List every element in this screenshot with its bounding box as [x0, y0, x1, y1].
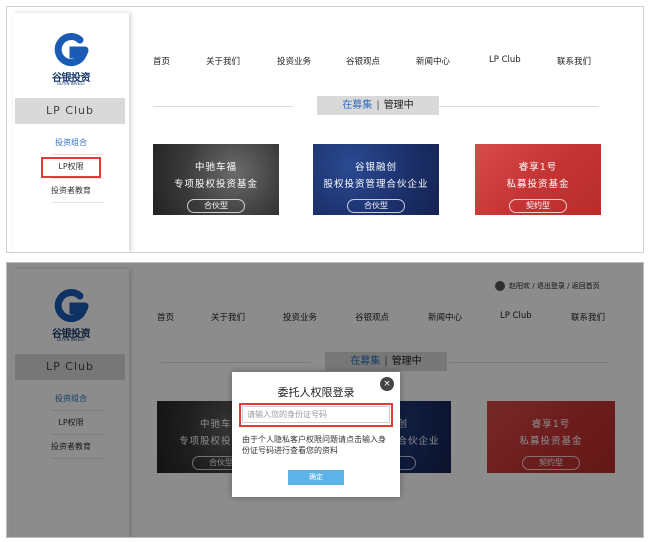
fund-filter: 在募集 | 管理中: [317, 96, 439, 115]
sidebar: 谷银投资 GUYIN INVEST LP Club 投资组合 LP权限 投资者教…: [13, 13, 129, 252]
screenshot-panel-1: 谷银投资 GUYIN INVEST LP Club 投资组合 LP权限 投资者教…: [6, 6, 644, 253]
fund-card-name: 谷银融创: [354, 162, 397, 173]
divider: [51, 202, 105, 203]
logo-mark-icon: [54, 33, 89, 67]
fund-card-tag: 合伙型: [347, 199, 405, 213]
lp-login-modal: 委托人权限登录 × 由于个人隐私客户权限问题请点击输入身份证号码进行查看您的资料…: [232, 372, 400, 497]
filter-recruiting[interactable]: 在募集: [342, 100, 372, 111]
top-nav: 首页 关于我们 投资业务 谷银观点 新闻中心 LP Club 联系我们: [145, 55, 615, 71]
fund-card-name: 睿享1号: [518, 162, 558, 173]
fund-card-tag: 合伙型: [187, 199, 245, 213]
fund-card-type-title: 私募投资基金: [506, 179, 570, 190]
filter-separator: |: [376, 100, 380, 111]
fund-card-name: 中驰车福: [194, 162, 237, 173]
highlight-box-lp-permission: [41, 157, 101, 178]
filter-divider-left: [153, 106, 293, 107]
logo-subtext: GUYIN INVEST: [56, 81, 86, 86]
sidebar-item-label: 投资组合: [55, 138, 87, 147]
fund-card-zhongchi[interactable]: 中驰车福 专项股权投资基金 合伙型: [153, 144, 279, 215]
modal-note: 由于个人隐私客户权限问题请点击输入身份证号码进行查看您的资料: [242, 435, 386, 455]
screenshot-panel-2: 谷银投资 GUYIN INVEST LP Club 投资组合 LP权限 投资者教…: [6, 262, 644, 538]
nav-investment[interactable]: 投资业务: [277, 55, 311, 67]
logo[interactable]: 谷银投资 GUYIN INVEST: [46, 31, 96, 86]
sidebar-item-portfolio[interactable]: 投资组合: [13, 131, 129, 155]
highlight-box-id-input: [239, 403, 393, 427]
nav-views[interactable]: 谷银观点: [346, 55, 380, 67]
fund-card-type-title: 专项股权投资基金: [173, 179, 258, 190]
sidebar-title: LP Club: [15, 98, 125, 124]
modal-title: 委托人权限登录: [277, 386, 355, 399]
fund-card-tag: 契约型: [509, 199, 567, 213]
nav-about[interactable]: 关于我们: [206, 55, 240, 67]
nav-contact[interactable]: 联系我们: [557, 55, 591, 67]
sidebar-item-label: 投资者教育: [51, 186, 91, 195]
fund-card-guyin-rongchuang[interactable]: 谷银融创 股权投资管理合伙企业 合伙型: [313, 144, 439, 215]
confirm-button[interactable]: 确定: [288, 470, 344, 485]
nav-lp-club[interactable]: LP Club: [489, 55, 521, 65]
filter-divider-right: [439, 106, 599, 107]
fund-card-ruixiang[interactable]: 睿享1号 私募投资基金 契约型: [475, 144, 601, 215]
nav-home[interactable]: 首页: [153, 55, 170, 67]
sidebar-item-investor-education[interactable]: 投资者教育: [13, 179, 129, 203]
fund-card-type-title: 股权投资管理合伙企业: [323, 179, 429, 190]
close-icon[interactable]: ×: [380, 377, 394, 391]
filter-managing[interactable]: 管理中: [384, 100, 414, 111]
nav-news[interactable]: 新闻中心: [416, 55, 450, 67]
